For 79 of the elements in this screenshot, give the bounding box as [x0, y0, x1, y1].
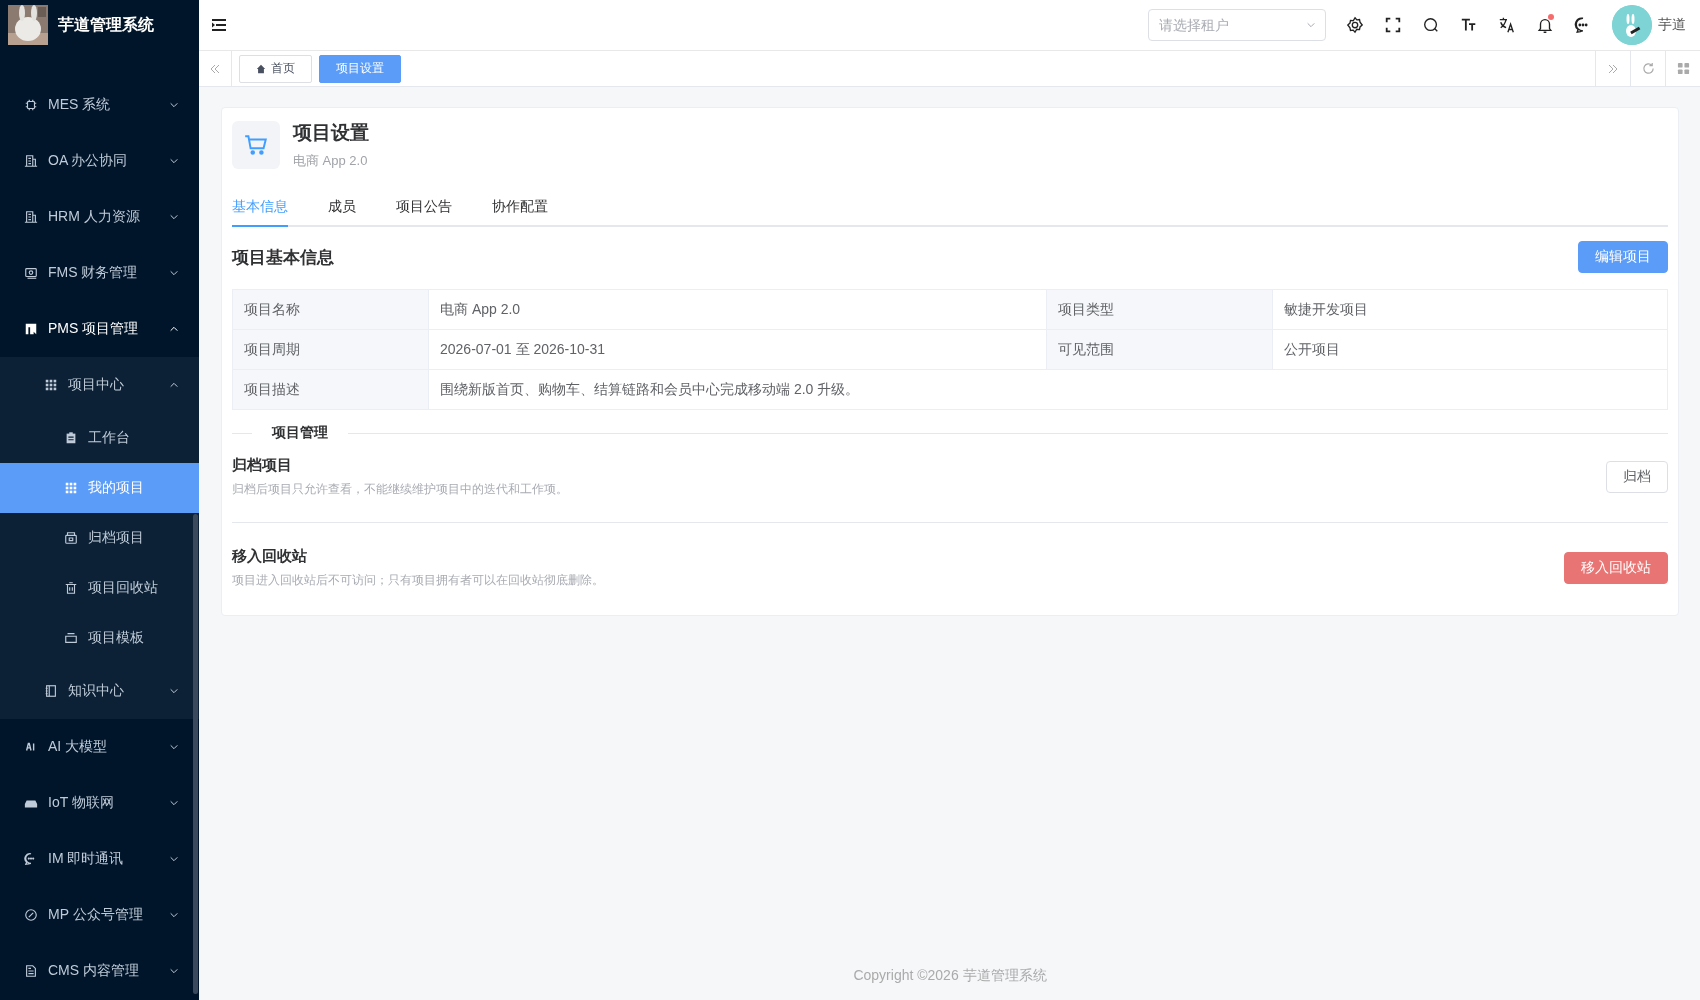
chevron-down-icon [169, 686, 179, 696]
bookmark-icon [24, 322, 38, 336]
menu-item[interactable]: 项目回收站 [0, 563, 199, 613]
settings-icon[interactable] [1346, 16, 1364, 34]
menu-item[interactable]: 知识中心 [0, 663, 199, 719]
menu-item[interactable]: MES 系统 [0, 77, 199, 133]
page-title: 项目设置 [293, 121, 369, 145]
clipboard-icon [64, 431, 78, 445]
doc-icon [24, 964, 38, 978]
field-value: 电商 App 2.0 [428, 289, 1047, 330]
tray-icon [64, 631, 78, 645]
field-label: 可见范围 [1046, 329, 1273, 370]
chevron-down-icon [169, 100, 179, 110]
field-label: 项目类型 [1046, 289, 1273, 330]
chevron-down-icon [169, 966, 179, 976]
menu-item[interactable]: CMS 内容管理 [0, 943, 199, 999]
section-title: 项目基本信息 [232, 246, 334, 269]
home-icon [256, 63, 266, 74]
notebook-icon [44, 684, 58, 698]
menu-item[interactable]: HRM 人力资源 [0, 189, 199, 245]
field-value: 2026-07-01 至 2026-10-31 [428, 329, 1047, 370]
copyright: Copyright ©2026 芋道管理系统 [852, 967, 1048, 985]
fullscreen-icon[interactable] [1384, 16, 1402, 34]
grid-icon [64, 481, 78, 495]
field-value: 敏捷开发项目 [1272, 289, 1668, 330]
divider-label: 项目管理 [270, 424, 329, 442]
archive-button[interactable]: 归档 [1606, 461, 1668, 493]
action-description: 项目进入回收站后不可访问；只有项目拥有者可以在回收站彻底删除。 [232, 572, 604, 589]
tab[interactable]: 项目公告 [396, 192, 452, 227]
search-icon[interactable] [1422, 16, 1440, 34]
grid-icon [44, 378, 58, 392]
chevron-down-icon [169, 742, 179, 752]
chevron-down-icon [169, 156, 179, 166]
menu-item[interactable]: IoT 物联网 [0, 775, 199, 831]
chip-icon [24, 98, 38, 112]
chevron-down-icon [169, 212, 179, 222]
compass-icon [24, 908, 38, 922]
menu-item[interactable]: 归档项目 [0, 513, 199, 563]
menu-item[interactable]: AI 大模型 [0, 719, 199, 775]
menu-icon[interactable] [211, 17, 227, 33]
building-icon [24, 210, 38, 224]
trash-icon [64, 581, 78, 595]
field-value: 公开项目 [1272, 329, 1668, 370]
tab[interactable]: 成员 [328, 192, 356, 227]
app-title: 芋道管理系统 [58, 14, 154, 35]
menu-item[interactable]: 项目中心 [0, 357, 199, 413]
field-value: 围绕新版首页、购物车、结算链路和会员中心完成移动端 2.0 升级。 [428, 369, 1668, 410]
action-description: 归档后项目只允许查看，不能继续维护项目中的迭代和工作项。 [232, 481, 568, 498]
chevron-down-icon [169, 268, 179, 278]
money-icon [24, 266, 38, 280]
action-title: 移入回收站 [232, 547, 308, 566]
action-title: 归档项目 [232, 456, 293, 475]
building-icon [24, 154, 38, 168]
page-tag[interactable]: 首页 [239, 54, 312, 83]
menu-item[interactable]: PMS 项目管理 [0, 301, 199, 357]
menu-item[interactable]: FMS 财务管理 [0, 245, 199, 301]
archive-icon [64, 531, 78, 545]
page-subtitle: 电商 App 2.0 [293, 152, 369, 170]
chevron-up-icon [169, 380, 179, 390]
chevron-down-icon [169, 854, 179, 864]
user-name[interactable]: 芋道 [1658, 16, 1686, 34]
menu-item[interactable]: 工作台 [0, 413, 199, 463]
tab[interactable]: 协作配置 [492, 192, 548, 227]
chevron-up-icon [169, 324, 179, 334]
chevron-down-icon [169, 798, 179, 808]
bell-icon[interactable] [1536, 16, 1554, 34]
chevron-down-icon [1306, 20, 1316, 30]
translate-icon[interactable] [1498, 16, 1516, 34]
menu-item[interactable]: MP 公众号管理 [0, 887, 199, 943]
tenant-select[interactable]: 请选择租户 [1148, 9, 1326, 41]
field-label: 项目名称 [232, 289, 429, 330]
scrollbar[interactable] [193, 514, 198, 994]
menu-item[interactable]: OA 办公协同 [0, 133, 199, 189]
menu-item[interactable]: 项目模板 [0, 613, 199, 663]
field-label: 项目周期 [232, 329, 429, 370]
menu-item[interactable]: IM 即时通讯 [0, 831, 199, 887]
chevron-down-icon [169, 910, 179, 920]
field-label: 项目描述 [232, 369, 429, 410]
cart-icon [243, 132, 269, 158]
